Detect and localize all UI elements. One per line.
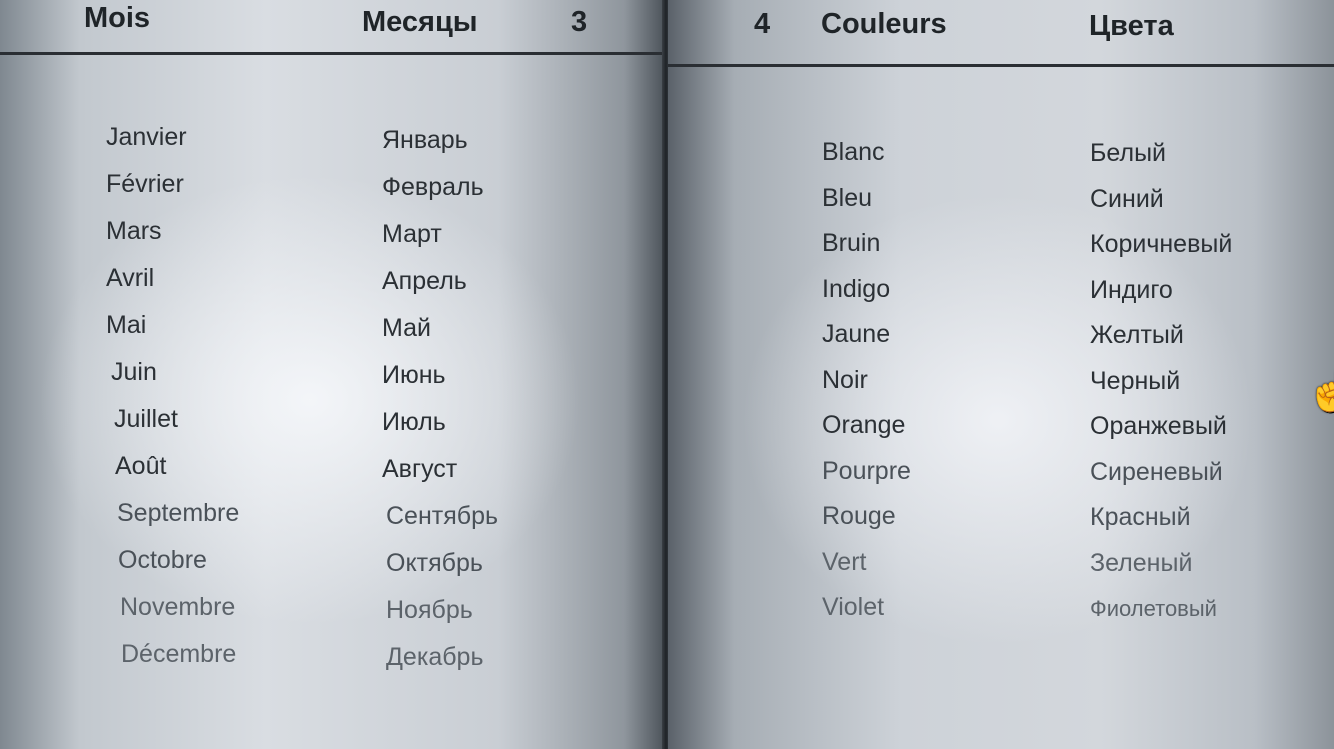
list-item: Orange bbox=[822, 411, 906, 439]
list-item: Indigo bbox=[822, 274, 891, 303]
hand-pointer-icon: ☝ bbox=[1306, 369, 1334, 413]
list-item: Белый bbox=[1090, 139, 1167, 167]
list-item: Ноябрь bbox=[386, 596, 473, 624]
colors-ru-list: Белый Синий Коричневый Индиго Желтый Чер… bbox=[1090, 131, 1232, 632]
list-item: Janvier bbox=[106, 123, 187, 151]
header-title-ru: Месяцы bbox=[362, 6, 478, 38]
list-item: Juin bbox=[111, 358, 157, 386]
list-item: Апрель bbox=[382, 267, 467, 295]
list-item: Синий bbox=[1090, 184, 1164, 213]
list-item: Mars bbox=[106, 217, 162, 245]
list-item: Январь bbox=[382, 126, 468, 154]
list-item: Violet bbox=[822, 593, 885, 621]
left-page-header: Mois Месяцы 3 bbox=[0, 0, 664, 55]
list-item: Août bbox=[115, 452, 167, 480]
list-item: Красный bbox=[1090, 503, 1191, 531]
list-item: Индиго bbox=[1090, 275, 1173, 304]
list-item: Май bbox=[382, 314, 431, 342]
list-item: Rouge bbox=[822, 502, 896, 530]
list-item: Avril bbox=[106, 264, 155, 292]
list-item: Февраль bbox=[382, 173, 484, 201]
list-item: Vert bbox=[822, 547, 867, 576]
page-number: 3 bbox=[571, 6, 588, 38]
list-item: Черный bbox=[1090, 366, 1181, 395]
list-item: Март bbox=[382, 220, 442, 248]
list-item: Июнь bbox=[382, 361, 446, 389]
list-item: Август bbox=[382, 455, 458, 483]
list-item: Février bbox=[106, 170, 184, 198]
list-item: Коричневый bbox=[1090, 230, 1233, 258]
list-item: Noir bbox=[822, 365, 868, 394]
list-item: Сентябрь bbox=[386, 502, 498, 530]
list-item: Bleu bbox=[822, 183, 873, 212]
list-item: Сиреневый bbox=[1090, 457, 1223, 486]
list-item: Pourpre bbox=[822, 456, 911, 485]
list-item: Mai bbox=[106, 311, 147, 339]
list-item: Зеленый bbox=[1090, 548, 1193, 577]
header-title-fr: Mois bbox=[84, 2, 151, 34]
list-item: Octobre bbox=[118, 546, 207, 574]
right-page: 4 Couleurs Цвета Blanc Bleu Bruin Indigo… bbox=[668, 0, 1334, 749]
right-page-header: 4 Couleurs Цвета bbox=[668, 0, 1334, 67]
left-page: Mois Месяцы 3 Janvier Février Mars Avril… bbox=[0, 0, 664, 749]
months-fr-list: Janvier Février Mars Avril Mai Juin Juil… bbox=[106, 114, 239, 678]
list-item: Оранжевый bbox=[1090, 412, 1227, 440]
months-ru-list: Январь Февраль Март Апрель Май Июнь Июль… bbox=[382, 117, 498, 681]
list-item: Желтый bbox=[1090, 321, 1184, 349]
colors-fr-list: Blanc Bleu Bruin Indigo Jaune Noir Orang… bbox=[822, 130, 911, 631]
list-item: Juillet bbox=[114, 405, 178, 433]
list-item: Novembre bbox=[120, 593, 236, 621]
header-title-fr: Couleurs bbox=[821, 8, 947, 40]
list-item: Фиолетовый bbox=[1090, 596, 1217, 621]
list-item: Blanc bbox=[822, 138, 885, 166]
page-number: 4 bbox=[754, 8, 771, 40]
list-item: Septembre bbox=[117, 499, 240, 527]
list-item: Jaune bbox=[822, 320, 891, 348]
list-item: Июль bbox=[382, 408, 446, 436]
list-item: Октябрь bbox=[386, 549, 483, 577]
list-item: Bruin bbox=[822, 229, 881, 257]
list-item: Декабрь bbox=[386, 643, 484, 671]
list-item: Décembre bbox=[121, 640, 237, 668]
header-title-ru: Цвета bbox=[1089, 10, 1174, 42]
